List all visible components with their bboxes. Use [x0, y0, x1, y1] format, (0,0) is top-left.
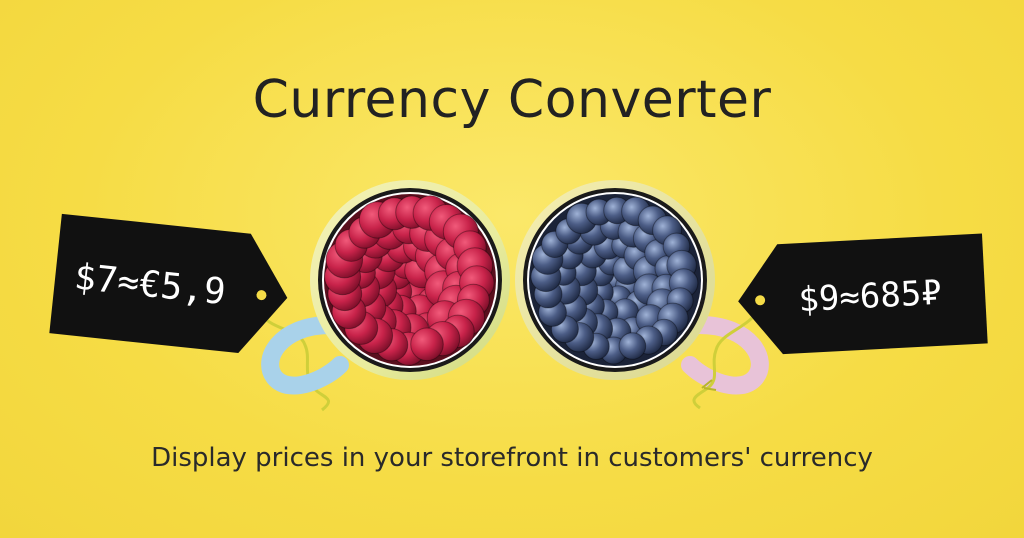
right-price-tag: $9≈685₽ — [738, 233, 988, 355]
raspberry — [410, 327, 444, 362]
subtitle: Display prices in your storefront in cus… — [151, 443, 873, 473]
blueberry — [618, 332, 647, 360]
blueberry-mug-icon — [515, 180, 769, 395]
banner: Currency Converter $7≈€5,9 $9≈685₽ Displ… — [0, 0, 1024, 538]
left-price-tag: $7≈€5,9 — [49, 213, 288, 354]
right-price-label: $9≈685₽ — [797, 273, 942, 320]
